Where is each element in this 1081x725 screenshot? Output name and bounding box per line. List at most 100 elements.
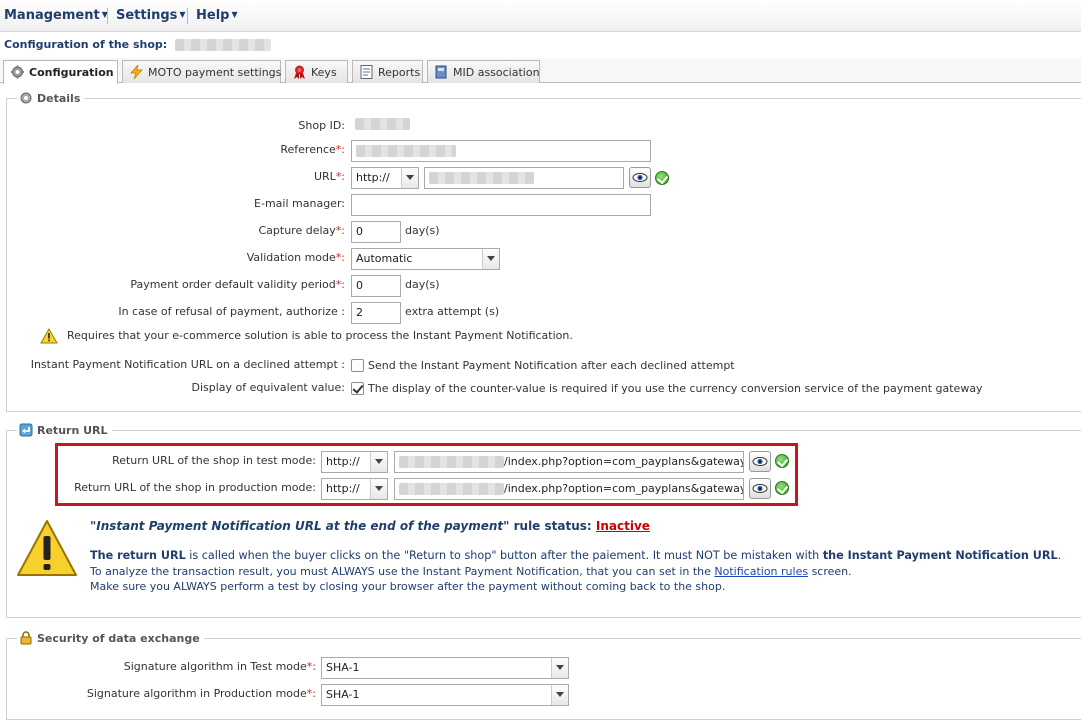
- url-label-text: URL: [313, 170, 336, 183]
- menu-management[interactable]: Management ▼: [4, 8, 108, 23]
- menu-settings[interactable]: Settings ▼: [116, 8, 186, 23]
- email-manager-label: E-mail manager:: [254, 197, 345, 210]
- chevron-down-icon: [551, 658, 568, 678]
- page-title-text: Configuration of the shop:: [4, 38, 168, 51]
- test-signature-label: Signature algorithm in Test mode*:: [40, 660, 316, 673]
- tab-keys[interactable]: Keys: [285, 60, 348, 83]
- required-mark: *:: [335, 143, 345, 156]
- tab-mid-association[interactable]: MID association: [427, 60, 540, 83]
- chevron-down-icon: [370, 452, 387, 472]
- url-valid-check-icon: [655, 171, 669, 185]
- test-signature-value: SHA-1: [326, 661, 360, 674]
- shop-id-label: Shop ID:: [298, 119, 345, 132]
- notification-rules-link[interactable]: Notification rules: [714, 565, 808, 578]
- capture-delay-input[interactable]: 0: [351, 221, 401, 243]
- menu-help[interactable]: Help ▼: [196, 8, 238, 23]
- prod-signature-label: Signature algorithm in Production mode*:: [20, 687, 316, 700]
- tab-reports[interactable]: Reports: [352, 60, 423, 83]
- url-input[interactable]: [424, 167, 624, 189]
- info-line-2-text: To analyze the transaction result, you m…: [90, 565, 715, 578]
- page-title: Configuration of the shop:: [4, 38, 272, 51]
- eye-icon: [632, 173, 648, 182]
- ipn-declined-label: Instant Payment Notification URL on a de…: [30, 358, 345, 371]
- chevron-down-icon: [482, 249, 499, 269]
- validity-period-input[interactable]: 0: [351, 275, 401, 297]
- report-icon: [359, 65, 374, 79]
- return-url-prod-label: Return URL of the shop in production mod…: [74, 481, 316, 494]
- return-url-legend-text: Return URL: [37, 424, 108, 437]
- reference-label: Reference*:: [200, 143, 345, 156]
- url-preview-button[interactable]: [629, 167, 651, 188]
- info-line-2-end: screen.: [808, 565, 852, 578]
- tab-configuration[interactable]: Configuration: [3, 60, 118, 84]
- email-manager-input[interactable]: [351, 194, 651, 216]
- return-url-test-preview-button[interactable]: [749, 451, 771, 472]
- tab-moto-label: MOTO payment settings: [148, 66, 282, 79]
- capture-delay-unit: day(s): [405, 224, 440, 237]
- chevron-down-icon: [401, 168, 418, 188]
- validation-mode-label-text: Validation mode: [246, 251, 336, 264]
- return-url-test-protocol-select[interactable]: http://: [321, 451, 388, 473]
- rule-status-link[interactable]: Inactive: [596, 519, 650, 533]
- equivalent-value-label: Display of equivalent value:: [191, 381, 345, 394]
- security-legend-text: Security of data exchange: [37, 632, 200, 645]
- return-arrow-icon: [19, 423, 33, 437]
- refusal-attempts-label: In case of refusal of payment, authorize…: [118, 305, 345, 318]
- gear-icon: [19, 91, 33, 105]
- rule-status-line: "Instant Payment Notification URL at the…: [90, 519, 650, 533]
- security-legend: Security of data exchange: [17, 631, 204, 645]
- prod-signature-select[interactable]: SHA-1: [321, 684, 569, 706]
- prod-signature-label-text: Signature algorithm in Production mode: [86, 687, 307, 700]
- ipn-requirement-notice: Requires that your e-commerce solution i…: [67, 329, 573, 342]
- tab-reports-label: Reports: [378, 66, 421, 79]
- ribbon-icon: [292, 65, 307, 79]
- return-url-test-path: /index.php?option=com_payplans&gateway: [504, 455, 744, 468]
- validation-mode-select[interactable]: Automatic: [351, 248, 500, 270]
- tab-keys-label: Keys: [311, 66, 337, 79]
- info-line-1: The return URL is called when the buyer …: [90, 549, 1061, 562]
- info-line-1-text: is called when the buyer clicks on the "…: [185, 549, 823, 562]
- caret-down-icon: ▼: [179, 10, 186, 19]
- tab-moto-payment-settings[interactable]: MOTO payment settings: [122, 60, 281, 83]
- return-url-prod-preview-button[interactable]: [749, 478, 771, 499]
- info-line-3: Make sure you ALWAYS perform a test by c…: [90, 580, 726, 593]
- refusal-attempts-input[interactable]: 2: [351, 302, 401, 324]
- required-mark: *:: [335, 170, 345, 183]
- info-bold-return-url: The return URL: [90, 549, 186, 562]
- info-line-1-end: .: [1057, 549, 1062, 562]
- tab-bar: Configuration MOTO payment settings Keys…: [0, 58, 1081, 84]
- return-url-prod-protocol-value: http://: [326, 482, 360, 495]
- ipn-declined-checkbox[interactable]: [351, 359, 364, 372]
- lightning-icon: [129, 63, 144, 80]
- chevron-down-icon: [370, 479, 387, 499]
- tab-mid-label: MID association: [453, 66, 540, 79]
- menu-management-label: Management: [4, 8, 100, 23]
- return-url-test-input[interactable]: /index.php?option=com_payplans&gateway: [394, 451, 744, 473]
- return-url-prod-input[interactable]: /index.php?option=com_payplans&gateway: [394, 478, 744, 500]
- redacted-reference: [356, 145, 456, 157]
- url-protocol-select[interactable]: http://: [351, 167, 419, 189]
- capture-delay-label: Capture delay*:: [200, 224, 345, 237]
- rule-status-label: " rule status:: [503, 519, 592, 533]
- prod-signature-value: SHA-1: [326, 688, 360, 701]
- details-legend-text: Details: [37, 92, 81, 105]
- book-icon: [434, 65, 449, 79]
- return-url-test-label: Return URL of the shop in test mode:: [112, 454, 316, 467]
- eye-icon: [752, 457, 768, 466]
- required-mark: *:: [306, 660, 316, 673]
- reference-input[interactable]: [351, 140, 651, 162]
- required-mark: *:: [335, 224, 345, 237]
- redacted-url: [429, 172, 534, 184]
- info-line-2: To analyze the transaction result, you m…: [90, 565, 852, 578]
- refusal-attempts-unit: extra attempt (s): [405, 305, 500, 318]
- menu-bar: Management ▼ Settings ▼ Help ▼: [0, 0, 1081, 32]
- caret-down-icon: ▼: [231, 10, 238, 19]
- validation-mode-label: Validation mode*:: [200, 251, 345, 264]
- equivalent-value-text: The display of the counter-value is requ…: [368, 382, 983, 395]
- return-url-prod-protocol-select[interactable]: http://: [321, 478, 388, 500]
- return-url-test-valid-check-icon: [775, 454, 789, 468]
- chevron-down-icon: [551, 685, 568, 705]
- return-url-test-protocol-value: http://: [326, 455, 360, 468]
- equivalent-value-checkbox[interactable]: [351, 382, 364, 395]
- test-signature-select[interactable]: SHA-1: [321, 657, 569, 679]
